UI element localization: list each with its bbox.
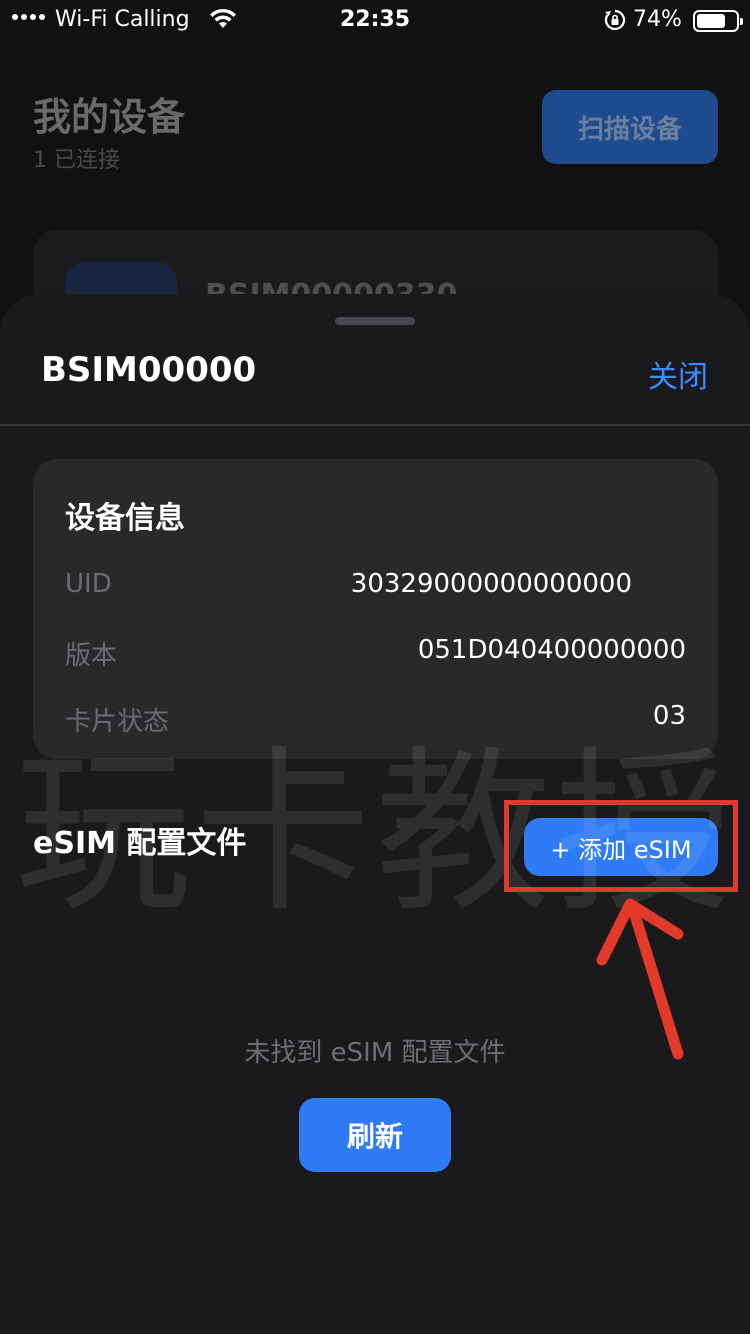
info-label: UID bbox=[65, 569, 112, 599]
battery-fill bbox=[697, 14, 726, 28]
sheet-title: BSIM00000 bbox=[41, 350, 257, 390]
info-value: 051D040400000000 bbox=[417, 635, 686, 665]
battery-percentage: 74% bbox=[633, 7, 682, 32]
status-bar: Wi-Fi Calling 22:35 74% bbox=[0, 0, 750, 40]
info-value: 30329000000000000 bbox=[350, 569, 632, 599]
divider bbox=[0, 424, 750, 426]
add-esim-button[interactable]: + 添加 eSIM bbox=[524, 818, 718, 876]
device-info-heading: 设备信息 bbox=[65, 501, 185, 536]
info-label: 版本 bbox=[65, 641, 118, 671]
info-row-card-status: 卡片状态 03 bbox=[65, 701, 686, 741]
info-row-uid: UID 30329000000000000 bbox=[65, 569, 686, 609]
sheet-drag-handle[interactable] bbox=[335, 317, 415, 325]
info-label: 卡片状态 bbox=[65, 707, 170, 737]
page-title: 我的设备 bbox=[33, 95, 186, 139]
info-row-version: 版本 051D040400000000 bbox=[65, 635, 686, 675]
refresh-button[interactable]: 刷新 bbox=[299, 1098, 451, 1172]
connected-count: 1 已连接 bbox=[33, 148, 120, 173]
battery-icon bbox=[693, 10, 743, 32]
scan-devices-button: 扫描设备 bbox=[542, 90, 718, 164]
orientation-lock-icon bbox=[604, 9, 626, 37]
device-info-card: 设备信息 UID 30329000000000000 版本 051D040400… bbox=[33, 459, 718, 759]
info-value: 03 bbox=[652, 701, 686, 731]
device-detail-sheet: BSIM00000 关闭 设备信息 UID 30329000000000000 … bbox=[0, 294, 750, 1334]
close-button[interactable]: 关闭 bbox=[648, 352, 708, 396]
empty-state-text: 未找到 eSIM 配置文件 bbox=[244, 1038, 506, 1068]
esim-profiles-heading: eSIM 配置文件 bbox=[33, 826, 247, 861]
screen: Wi-Fi Calling 22:35 74% 我的设备 1 已连接 扫描设备 … bbox=[0, 0, 750, 1334]
